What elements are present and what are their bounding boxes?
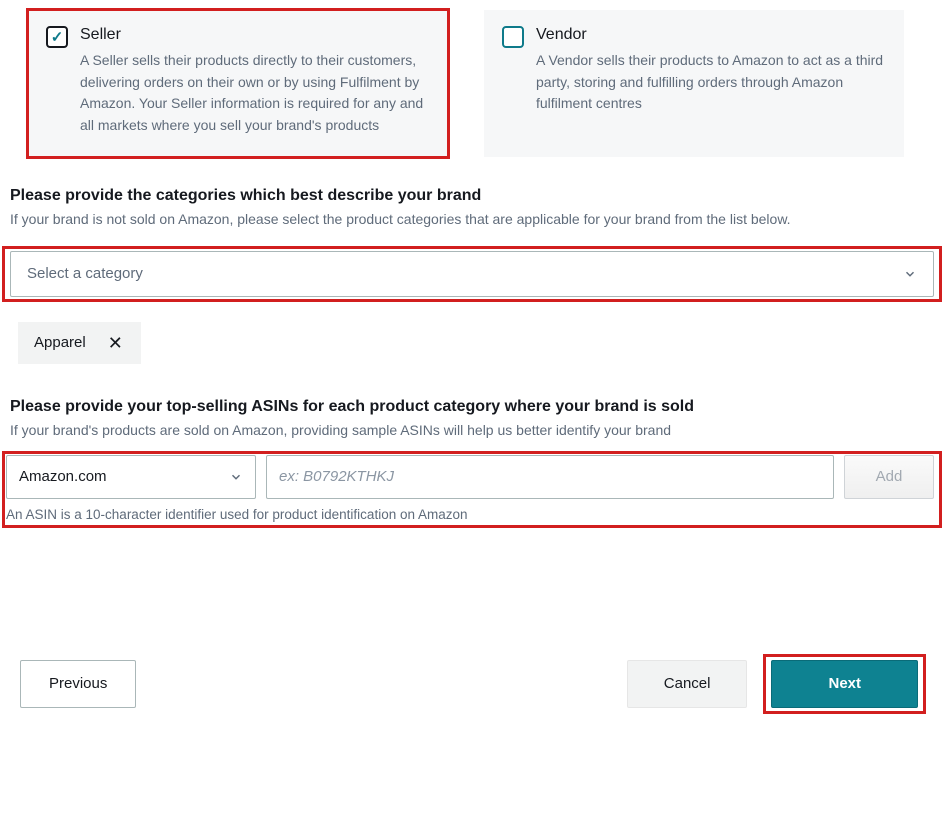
asin-heading: Please provide your top-selling ASINs fo…: [10, 398, 934, 416]
asin-section: Please provide your top-selling ASINs fo…: [0, 398, 944, 526]
categories-section: Please provide the categories which best…: [0, 187, 944, 398]
asin-sub: If your brand's products are sold on Ama…: [10, 420, 934, 441]
asin-input[interactable]: [266, 455, 834, 499]
close-icon[interactable]: ✕: [108, 334, 123, 352]
categories-heading: Please provide the categories which best…: [10, 187, 934, 205]
chevron-down-icon: [229, 470, 243, 484]
selected-category-chips: Apparel ✕: [10, 318, 934, 398]
seller-title: Seller: [80, 26, 430, 44]
vendor-title: Vendor: [536, 26, 886, 44]
category-select-highlight: Select a category: [4, 248, 940, 300]
category-chip: Apparel ✕: [18, 322, 141, 364]
seller-card[interactable]: Seller A Seller sells their products dir…: [28, 10, 448, 157]
vendor-card[interactable]: Vendor A Vendor sells their products to …: [484, 10, 904, 157]
account-type-cards: Seller A Seller sells their products dir…: [0, 10, 944, 187]
asin-input-highlight: Amazon.com Add An ASIN is a 10-character…: [4, 453, 940, 526]
marketplace-selected: Amazon.com: [19, 468, 107, 485]
cancel-button[interactable]: Cancel: [627, 660, 748, 708]
next-button-highlight: Next: [765, 656, 924, 712]
asin-note: An ASIN is a 10-character identifier use…: [6, 507, 934, 522]
marketplace-select[interactable]: Amazon.com: [6, 455, 256, 499]
seller-desc: A Seller sells their products directly t…: [80, 50, 430, 137]
seller-checkbox[interactable]: [46, 26, 68, 48]
previous-button[interactable]: Previous: [20, 660, 136, 708]
add-button[interactable]: Add: [844, 455, 934, 499]
vendor-checkbox[interactable]: [502, 26, 524, 48]
vendor-desc: A Vendor sells their products to Amazon …: [536, 50, 886, 115]
category-select[interactable]: Select a category: [10, 251, 934, 297]
category-select-placeholder: Select a category: [27, 265, 143, 282]
categories-sub: If your brand is not sold on Amazon, ple…: [10, 209, 934, 230]
category-chip-label: Apparel: [34, 334, 86, 351]
chevron-down-icon: [903, 267, 917, 281]
footer-buttons: Previous Cancel Next: [0, 526, 944, 712]
next-button[interactable]: Next: [771, 660, 918, 708]
